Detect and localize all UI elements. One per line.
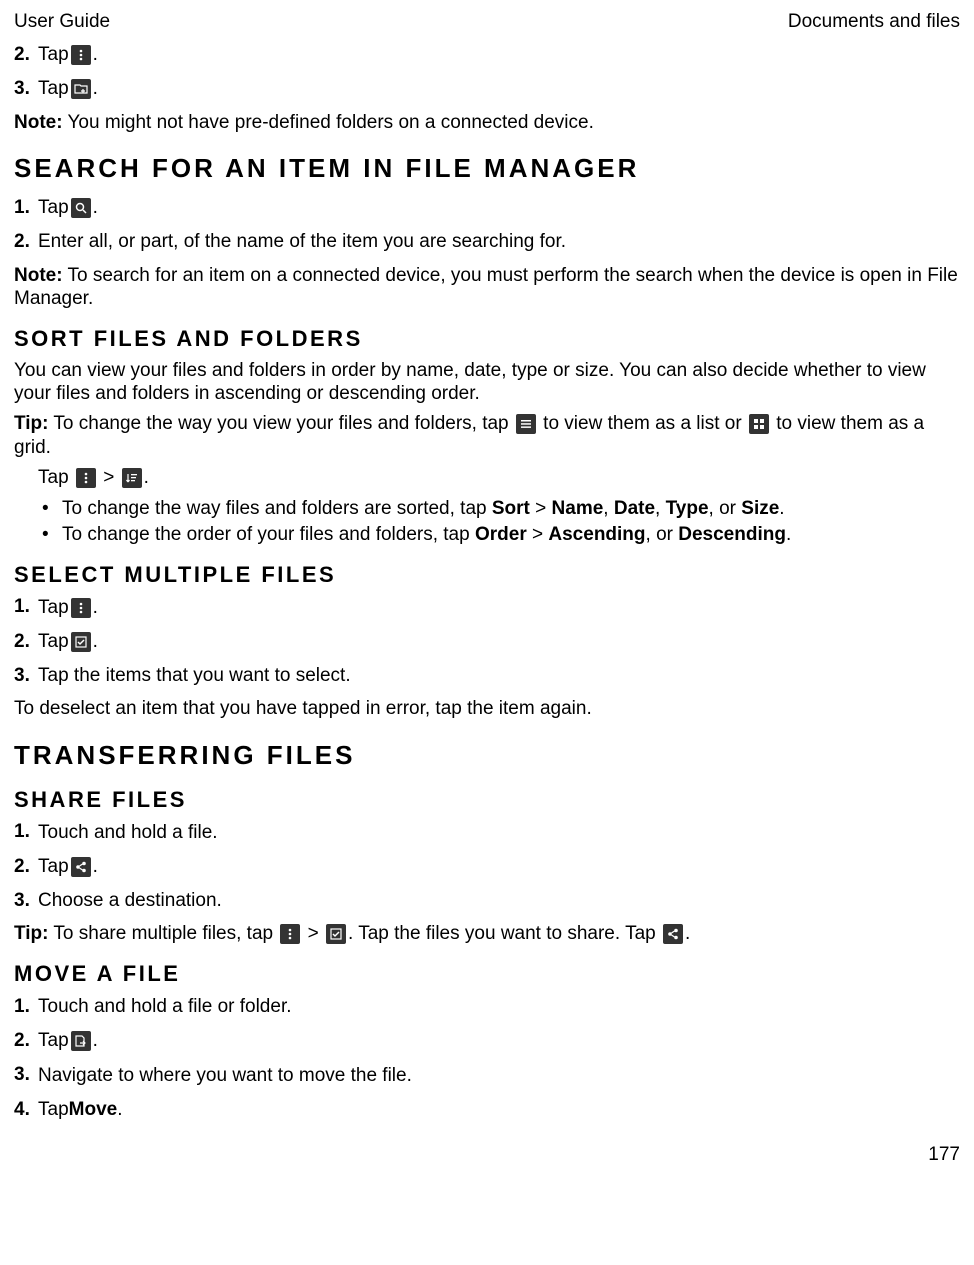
heading-move: Move a file — [14, 960, 960, 988]
more-icon — [71, 45, 91, 65]
bullet-icon: • — [42, 497, 62, 521]
step-number: 1. — [14, 817, 38, 847]
list-item: • To change the order of your files and … — [42, 523, 960, 547]
step-text: . — [93, 596, 98, 620]
step-text: . — [117, 1098, 122, 1122]
move-label: Move — [69, 1098, 118, 1122]
list-item: 2. Enter all, or part, of the name of th… — [14, 227, 960, 257]
tip-text: Tip: To share multiple files, tap > . Ta… — [14, 922, 960, 946]
list-item: 1. Tap . — [14, 193, 960, 223]
search-icon — [71, 198, 91, 218]
bullet-list: • To change the way files and folders ar… — [42, 497, 960, 547]
list-item: 4. Tap Move. — [14, 1095, 960, 1125]
step-number: 1. — [14, 193, 38, 223]
select-icon — [326, 924, 346, 944]
list-item: 1. Touch and hold a file. — [14, 817, 960, 847]
list-item: 3. Choose a destination. — [14, 886, 960, 916]
note-text: Note: You might not have pre-defined fol… — [14, 111, 960, 135]
step-text: Choose a destination. — [38, 889, 222, 913]
step-text: . — [93, 77, 98, 101]
select-icon — [71, 632, 91, 652]
header-left: User Guide — [14, 10, 110, 34]
list-item: 1. Touch and hold a file or folder. — [14, 992, 960, 1022]
step-number: 2. — [14, 627, 38, 657]
list-item: 2. Tap . — [14, 40, 960, 70]
tip-text: Tip: To change the way you view your fil… — [14, 412, 960, 460]
step-number: 2. — [14, 40, 38, 70]
heading-search: Search for an item in File Manager — [14, 152, 960, 185]
page-number: 177 — [14, 1143, 960, 1167]
step-number: 1. — [14, 992, 38, 1022]
list-item: 1. Tap . — [14, 592, 960, 622]
step-number: 4. — [14, 1095, 38, 1125]
heading-select: Select multiple files — [14, 561, 960, 589]
step-text: . — [93, 196, 98, 220]
heading-sort: Sort files and folders — [14, 325, 960, 353]
step-text: . — [93, 1029, 98, 1053]
header-right: Documents and files — [788, 10, 960, 34]
step-text: Tap — [38, 43, 69, 67]
heading-transfer: Transferring files — [14, 739, 960, 772]
step-text: Tap — [38, 1029, 69, 1053]
more-icon — [71, 598, 91, 618]
paragraph: To deselect an item that you have tapped… — [14, 697, 960, 721]
list-item: 2. Tap . — [14, 1026, 960, 1056]
step-text: Tap — [38, 855, 69, 879]
step-number: 3. — [14, 1060, 38, 1090]
more-icon — [76, 468, 96, 488]
list-view-icon — [516, 414, 536, 434]
step-number: 2. — [14, 1026, 38, 1056]
more-icon — [280, 924, 300, 944]
list-item: 2. Tap . — [14, 852, 960, 882]
sort-icon — [122, 468, 142, 488]
step-number: 3. — [14, 661, 38, 691]
grid-view-icon — [749, 414, 769, 434]
list-item: • To change the way files and folders ar… — [42, 497, 960, 521]
step-number: 3. — [14, 886, 38, 916]
list-item: 3. Tap . — [14, 74, 960, 104]
step-text: Touch and hold a file or folder. — [38, 995, 292, 1019]
step-text: . — [93, 630, 98, 654]
step-text: . — [93, 855, 98, 879]
note-text: Note: To search for an item on a connect… — [14, 264, 960, 312]
step-number: 3. — [14, 74, 38, 104]
list-item: 3. Navigate to where you want to move th… — [14, 1060, 960, 1090]
heading-share: Share files — [14, 786, 960, 814]
add-folder-icon — [71, 79, 91, 99]
step-number: 1. — [14, 592, 38, 622]
share-icon — [663, 924, 683, 944]
page-header: User Guide Documents and files — [14, 10, 960, 34]
step-number: 2. — [14, 852, 38, 882]
step-number: 2. — [14, 227, 38, 257]
step-text: Touch and hold a file. — [38, 821, 218, 845]
step-text: Tap — [38, 196, 69, 220]
move-icon — [71, 1031, 91, 1051]
instruction-line: Tap > . — [38, 466, 960, 490]
step-text: Tap — [38, 1098, 69, 1122]
paragraph: You can view your files and folders in o… — [14, 359, 960, 407]
step-text: Tap — [38, 630, 69, 654]
bullet-icon: • — [42, 523, 62, 547]
step-text: Navigate to where you want to move the f… — [38, 1064, 412, 1088]
step-text: . — [93, 43, 98, 67]
step-text: Tap the items that you want to select. — [38, 664, 351, 688]
step-text: Enter all, or part, of the name of the i… — [38, 230, 566, 254]
step-text: Tap — [38, 596, 69, 620]
list-item: 2. Tap . — [14, 627, 960, 657]
share-icon — [71, 857, 91, 877]
list-item: 3. Tap the items that you want to select… — [14, 661, 960, 691]
step-text: Tap — [38, 77, 69, 101]
